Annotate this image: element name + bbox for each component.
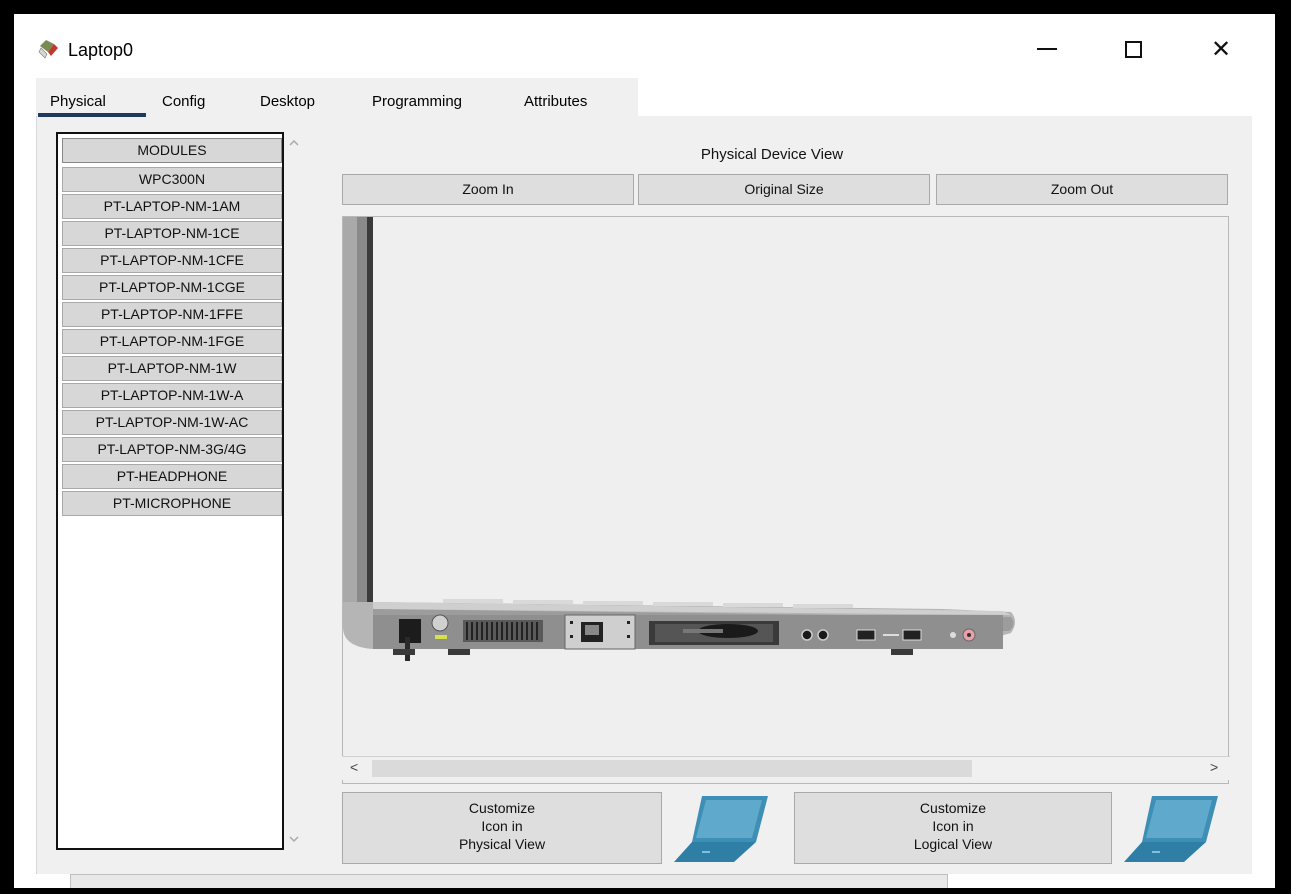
tab-programming[interactable]: Programming <box>366 90 468 114</box>
customize-physical-icon-button[interactable]: Customize Icon in Physical View <box>342 792 662 864</box>
minimize-button[interactable] <box>1024 32 1070 66</box>
original-size-button[interactable]: Original Size <box>638 174 930 205</box>
button-line: Physical View <box>458 836 546 852</box>
scrollbar-thumb[interactable] <box>372 760 972 777</box>
tab-label: Desktop <box>260 93 316 110</box>
tab-desktop[interactable]: Desktop <box>254 90 321 114</box>
viewport-horizontal-scrollbar[interactable]: < > <box>342 756 1230 780</box>
laptop-device-icon <box>38 40 58 59</box>
tab-label: Programming <box>372 93 463 110</box>
button-line: Customize <box>468 800 536 816</box>
button-line: Logical View <box>913 836 993 852</box>
module-item[interactable]: PT-LAPTOP-NM-1FFE <box>62 302 282 327</box>
laptop-side-view <box>343 217 1015 661</box>
module-item[interactable]: PT-MICROPHONE <box>62 491 282 516</box>
scroll-left-icon[interactable]: < <box>350 759 358 775</box>
tab-label: Config <box>162 93 206 110</box>
customize-logical-icon-button[interactable]: Customize Icon in Logical View <box>794 792 1112 864</box>
module-item[interactable]: PT-LAPTOP-NM-1CFE <box>62 248 282 273</box>
module-item[interactable]: PT-LAPTOP-NM-1W-A <box>62 383 282 408</box>
module-item[interactable]: PT-HEADPHONE <box>62 464 282 489</box>
maximize-icon <box>1124 40 1142 58</box>
zoom-in-button[interactable]: Zoom In <box>342 174 634 205</box>
module-list-header[interactable]: MODULES <box>62 138 282 163</box>
device-window: Laptop0 ✕ Physical Config Desktop Progra… <box>14 14 1275 888</box>
active-tab-indicator <box>38 113 146 117</box>
module-item[interactable]: PT-LAPTOP-NM-1W-AC <box>62 410 282 435</box>
button-line: Icon in <box>932 818 974 834</box>
window-title: Laptop0 <box>68 40 134 60</box>
title-bar: Laptop0 ✕ <box>14 14 1275 76</box>
tab-attributes[interactable]: Attributes <box>518 90 593 114</box>
module-item[interactable]: PT-LAPTOP-NM-1CE <box>62 221 282 246</box>
scroll-right-icon[interactable]: > <box>1210 759 1218 775</box>
button-line: Customize <box>919 800 987 816</box>
module-item[interactable]: WPC300N <box>62 167 282 192</box>
bottom-scrollbar[interactable] <box>70 874 948 888</box>
tab-label: Attributes <box>524 93 588 110</box>
zoom-out-button[interactable]: Zoom Out <box>936 174 1228 205</box>
button-line: Icon in <box>481 818 523 834</box>
minimize-icon <box>1037 48 1057 50</box>
scroll-down-icon[interactable] <box>287 832 301 846</box>
tab-label: Physical <box>50 93 106 110</box>
maximize-button[interactable] <box>1110 32 1156 66</box>
module-item[interactable]: PT-LAPTOP-NM-1AM <box>62 194 282 219</box>
close-button[interactable]: ✕ <box>1198 32 1244 66</box>
module-list[interactable]: MODULES WPC300N PT-LAPTOP-NM-1AM PT-LAPT… <box>56 132 284 850</box>
tab-config[interactable]: Config <box>156 90 211 114</box>
logical-laptop-icon <box>1124 796 1218 862</box>
module-item[interactable]: PT-LAPTOP-NM-1CGE <box>62 275 282 300</box>
close-icon: ✕ <box>1210 35 1232 63</box>
tab-physical[interactable]: Physical <box>44 90 112 114</box>
physical-device-view-title: Physical Device View <box>700 146 844 163</box>
module-item[interactable]: PT-LAPTOP-NM-3G/4G <box>62 437 282 462</box>
module-item[interactable]: PT-LAPTOP-NM-1W <box>62 356 282 381</box>
scroll-up-icon[interactable] <box>287 136 301 150</box>
module-list-scrollbar[interactable] <box>284 132 304 850</box>
physical-device-viewport[interactable] <box>342 216 1229 784</box>
module-item[interactable]: PT-LAPTOP-NM-1FGE <box>62 329 282 354</box>
physical-laptop-icon <box>674 796 768 862</box>
